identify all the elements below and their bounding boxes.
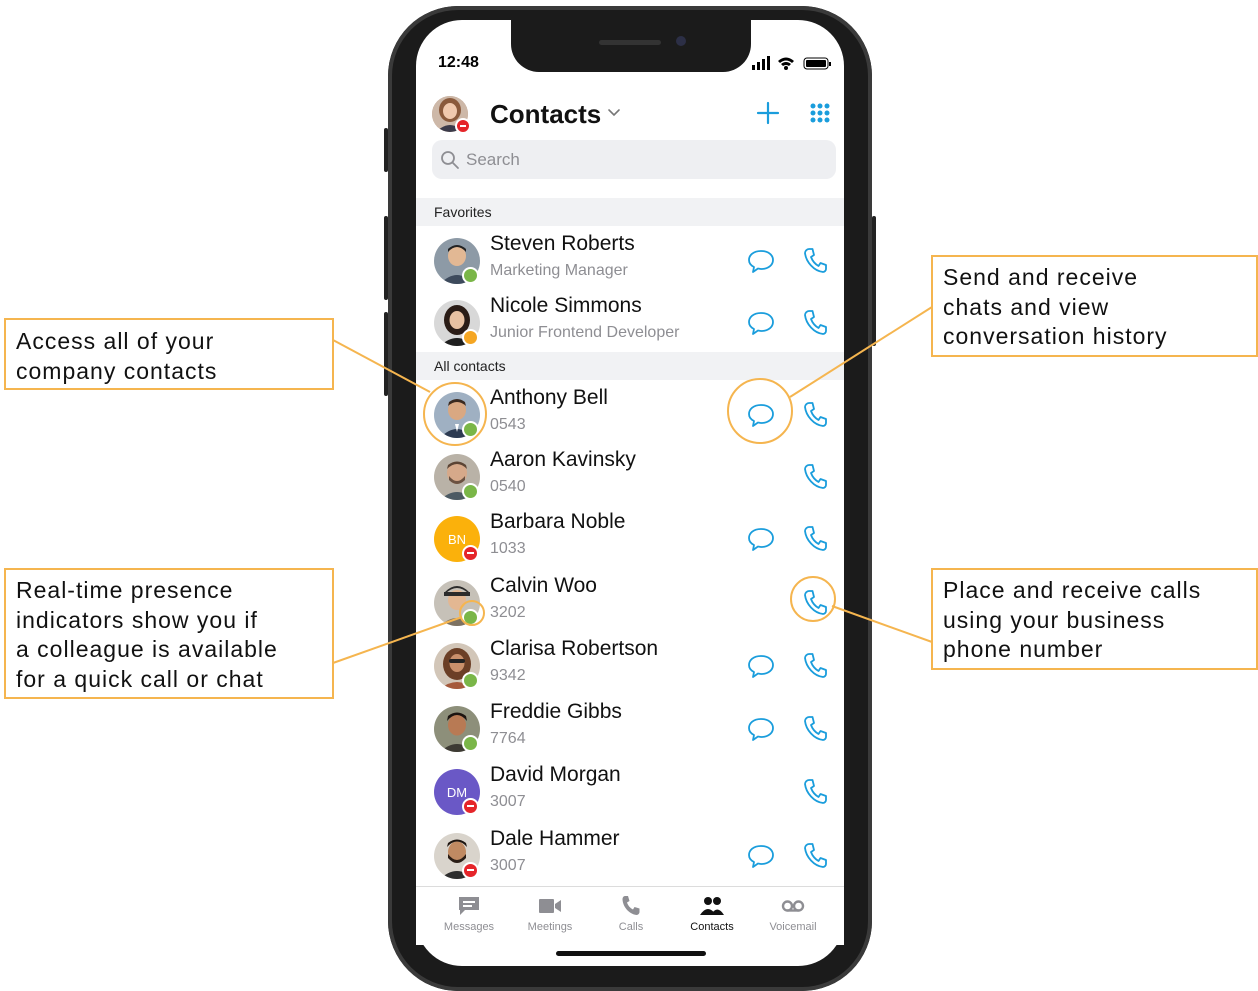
tab-voicemail[interactable]: Voicemail (752, 895, 834, 933)
presence-away-icon (462, 329, 479, 346)
contact-row-dale-hammer[interactable]: Dale Hammer 3007 (416, 825, 844, 887)
tab-messages[interactable]: Messages (428, 895, 510, 933)
highlight-ring-avatar (423, 382, 487, 446)
presence-available-icon (462, 267, 479, 284)
chat-bubble-icon[interactable] (746, 652, 776, 680)
video-icon (539, 899, 561, 913)
phone-icon (622, 896, 640, 915)
contact-name: Anthony Bell (490, 386, 608, 409)
chat-bubble-icon[interactable] (746, 309, 776, 337)
callout-presence: Real-time presence indicators show you i… (4, 568, 334, 699)
section-header-all-contacts: All contacts (416, 352, 844, 380)
dialpad-grid-icon[interactable] (808, 101, 832, 125)
contact-name: Clarisa Robertson (490, 637, 659, 660)
highlight-ring-chat (727, 378, 793, 444)
phone-icon[interactable] (802, 777, 828, 805)
contact-name: Steven Roberts (490, 232, 635, 255)
contact-name: David Morgan (490, 763, 621, 786)
contact-row-clarisa-robertson[interactable]: Clarisa Robertson 9342 (416, 635, 844, 697)
tab-label: Contacts (690, 921, 734, 933)
contact-row-nicole-simmons[interactable]: Nicole Simmons Junior Frontend Developer (416, 292, 844, 354)
presence-busy-icon (462, 545, 479, 562)
callout-text: Real-time presence indicators show you i… (16, 577, 278, 692)
contact-name: Barbara Noble (490, 510, 626, 533)
presence-busy-icon (462, 798, 479, 815)
callout-text: Access all of your company contacts (16, 328, 218, 384)
contact-subtitle: Marketing Manager (490, 262, 628, 279)
phone-icon[interactable] (802, 841, 828, 869)
contact-row-david-morgan[interactable]: DM David Morgan 3007 (416, 761, 844, 823)
contact-subtitle: 3007 (490, 857, 526, 874)
contact-subtitle: 0543 (490, 416, 526, 433)
callout-text: Send and receive chats and view conversa… (943, 264, 1168, 349)
phone-icon[interactable] (802, 714, 828, 742)
phone-icon[interactable] (802, 462, 828, 490)
phone-icon[interactable] (802, 651, 828, 679)
contact-row-freddie-gibbs[interactable]: Freddie Gibbs 7764 (416, 698, 844, 760)
page-title[interactable]: Contacts (490, 99, 601, 130)
search-icon (441, 151, 459, 169)
status-time: 12:48 (438, 54, 479, 71)
search-placeholder: Search (466, 150, 520, 169)
contact-row-barbara-noble[interactable]: BN Barbara Noble 1033 (416, 508, 844, 570)
contact-row-aaron-kavinsky[interactable]: Aaron Kavinsky 0540 (416, 446, 844, 508)
message-icon (459, 897, 479, 915)
tab-contacts[interactable]: Contacts (671, 895, 753, 933)
notch (511, 20, 751, 72)
contact-subtitle: 0540 (490, 478, 526, 495)
callout-calls: Place and receive calls using your busin… (931, 568, 1258, 670)
phone-icon[interactable] (802, 308, 828, 336)
phone-icon[interactable] (802, 400, 828, 428)
contact-subtitle: Junior Frontend Developer (490, 324, 680, 341)
voicemail-icon (781, 900, 805, 912)
status-icons (752, 56, 831, 70)
contact-subtitle: 1033 (490, 540, 526, 557)
presence-available-icon (462, 483, 479, 500)
chat-bubble-icon[interactable] (746, 525, 776, 553)
tab-label: Meetings (527, 921, 573, 933)
highlight-ring-presence (459, 600, 485, 626)
contact-subtitle: 7764 (490, 730, 526, 747)
phone-icon[interactable] (802, 246, 828, 274)
tab-meetings[interactable]: Meetings (509, 895, 591, 933)
presence-available-icon (462, 672, 479, 689)
section-label: All contacts (434, 358, 506, 374)
callout-text: Place and receive calls using your busin… (943, 577, 1202, 662)
contacts-icon (700, 897, 724, 915)
phone-icon[interactable] (802, 524, 828, 552)
highlight-ring-call (790, 576, 836, 622)
add-contact-button[interactable] (756, 101, 780, 125)
contact-row-steven-roberts[interactable]: Steven Roberts Marketing Manager (416, 230, 844, 292)
callout-chat: Send and receive chats and view conversa… (931, 255, 1258, 357)
section-header-favorites: Favorites (416, 198, 844, 226)
contact-name: Calvin Woo (490, 574, 597, 597)
contact-name: Aaron Kavinsky (490, 448, 636, 471)
contact-subtitle: 9342 (490, 667, 526, 684)
presence-busy-icon (462, 862, 479, 879)
tab-bar: Messages Meetings Calls Contacts Voicema… (416, 886, 844, 945)
home-indicator[interactable] (556, 951, 706, 956)
chat-bubble-icon[interactable] (746, 247, 776, 275)
tab-label: Voicemail (769, 921, 817, 933)
my-presence-busy-icon (455, 118, 471, 134)
chat-bubble-icon[interactable] (746, 842, 776, 870)
contact-subtitle: 3007 (490, 793, 526, 810)
tab-label: Calls (618, 921, 644, 933)
presence-available-icon (462, 735, 479, 752)
contact-name: Freddie Gibbs (490, 700, 622, 723)
section-label: Favorites (434, 204, 492, 220)
tab-label: Messages (443, 921, 495, 933)
callout-contacts: Access all of your company contacts (4, 318, 334, 390)
contact-name: Dale Hammer (490, 827, 620, 850)
chevron-down-icon[interactable] (606, 104, 622, 120)
contact-subtitle: 3202 (490, 604, 526, 621)
chat-bubble-icon[interactable] (746, 715, 776, 743)
tab-calls[interactable]: Calls (590, 895, 672, 933)
contact-name: Nicole Simmons (490, 294, 642, 317)
